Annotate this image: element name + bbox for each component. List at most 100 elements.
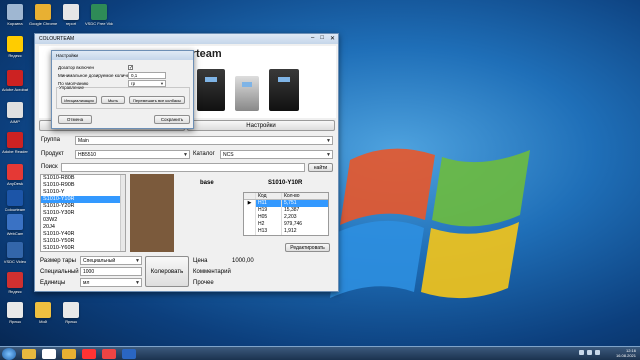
start-button[interactable] (2, 347, 16, 360)
scrollbar[interactable] (120, 175, 125, 251)
desktop-shortcut-label: VSDC Free Video Editor (85, 21, 113, 26)
cell-qty: 15,387 (284, 207, 300, 213)
mix-all-button[interactable]: Перемешать все колбасы (129, 96, 185, 104)
list-item[interactable]: S1010-Y10R (41, 196, 125, 203)
table-row[interactable]: H13 1,912 (244, 228, 328, 235)
yandex-icon[interactable] (82, 348, 96, 359)
dispenser-checkbox[interactable]: ✓ (128, 65, 134, 71)
dialog-title-bar[interactable]: Настройки (52, 51, 193, 60)
init-button[interactable]: Инициализация (61, 96, 97, 104)
list-item[interactable]: 03W2 (41, 217, 125, 224)
chrome-icon[interactable] (62, 348, 76, 359)
group-label: Группа (41, 137, 61, 143)
list-item[interactable]: 20J4 (41, 224, 125, 231)
clock-date: 16.08.2021 (615, 353, 636, 358)
close-icon[interactable]: ✕ (330, 35, 335, 42)
desktop-shortcut[interactable]: AIMP (2, 102, 28, 124)
table-row[interactable]: ▶ H11 5,751 (244, 200, 328, 207)
maximize-icon[interactable]: □ (320, 35, 324, 42)
cell-qty: 5,751 (282, 200, 328, 207)
product-select[interactable]: HB5510 ▼ (75, 150, 190, 159)
save-button[interactable]: Сохранить (154, 115, 190, 124)
base-label: base (200, 180, 214, 186)
search-input[interactable] (61, 163, 305, 172)
shortcut-icon (63, 302, 79, 318)
list-item[interactable]: S1010-Y60R (41, 245, 125, 251)
webcam-icon (7, 214, 23, 230)
desktop-shortcut[interactable]: Яндекс (2, 36, 28, 58)
window-title: COLOURTEAM (39, 36, 75, 42)
table-row[interactable]: H2 979,746 (244, 221, 328, 228)
desktop-shortcut[interactable]: Мой (30, 302, 56, 324)
catalog-select[interactable]: NCS ▼ (220, 150, 333, 159)
tray-icon[interactable] (587, 350, 592, 355)
units-select[interactable]: мл ▼ (80, 278, 142, 287)
cancel-button[interactable]: Отмена (58, 115, 92, 124)
chevron-down-icon: ▼ (326, 152, 331, 158)
explorer-icon[interactable] (22, 348, 36, 359)
desktop-shortcut[interactable]: Adobe Reader (2, 132, 28, 154)
special-input[interactable]: 1000 (80, 267, 142, 276)
desktop-shortcut[interactable]: Google Chrome (29, 4, 57, 26)
desktop-shortcut[interactable]: Корзина (2, 4, 28, 26)
desktop-shortcut[interactable]: Colourteam (2, 190, 28, 212)
desktop-shortcut[interactable]: Ярлык (2, 302, 28, 324)
desktop-shortcut[interactable]: AnyDesk (2, 164, 28, 186)
taskbar: 12:16 16.08.2021 (0, 346, 640, 360)
list-item[interactable]: S1010-R80B (41, 175, 125, 182)
catalog-select-value: NCS (223, 151, 234, 158)
machine-image (269, 69, 299, 111)
tab-settings[interactable]: Настройки (187, 120, 335, 131)
catalog-label: Каталог (193, 151, 215, 157)
app-icon[interactable] (102, 348, 116, 359)
yandex-browser-icon[interactable] (42, 348, 56, 359)
list-item[interactable]: S1010-Y20R (41, 203, 125, 210)
desktop-shortcut-label: AnyDesk (6, 181, 23, 186)
desktop-shortcut[interactable]: Яндекс (2, 272, 28, 294)
default-unit-select[interactable]: гр ▼ (128, 80, 166, 87)
group-select[interactable]: Main ▼ (75, 136, 333, 145)
machine-image (235, 76, 259, 111)
colourteam-icon[interactable] (122, 348, 136, 359)
tare-select[interactable]: Специальный ▼ (80, 256, 142, 265)
list-item[interactable]: S1010-Y (41, 189, 125, 196)
row-header (244, 207, 256, 214)
row-header (244, 228, 256, 235)
check-icon: ✓ (129, 65, 134, 71)
product-select-value: HB5510 (78, 151, 97, 158)
window-title-bar[interactable]: COLOURTEAM (35, 34, 338, 44)
desktop-shortcut[interactable]: Ярлык (58, 302, 84, 324)
desktop-shortcut-label: Яндекс (8, 289, 22, 294)
clock[interactable]: 12:16 16.08.2021 (616, 348, 636, 358)
list-item[interactable]: S1010-Y30R (41, 210, 125, 217)
list-item[interactable]: S1010-R90B (41, 182, 125, 189)
desktop-shortcut[interactable]: VSDC Video (2, 242, 28, 264)
colorize-button[interactable]: Колеровать (145, 256, 189, 287)
product-label: Продукт (41, 151, 64, 157)
table-row[interactable]: H05 2,203 (244, 214, 328, 221)
wash-button[interactable]: Мыть (101, 96, 125, 104)
cell-code: H13 (256, 228, 282, 235)
desktop-shortcut[interactable]: WebCam (2, 214, 28, 236)
tray-icon[interactable] (595, 350, 600, 355)
management-label: Управление (59, 85, 85, 90)
desktop-shortcut[interactable]: report (58, 4, 84, 26)
search-button[interactable]: найти (308, 163, 333, 172)
color-list[interactable]: S1010-R80B S1010-R90B S1010-Y S1010-Y10R S10… (40, 174, 126, 252)
desktop-shortcut[interactable]: VSDC Free Video Editor (85, 4, 113, 26)
min-dose-input[interactable]: 0,1 (128, 72, 166, 79)
formula-grid[interactable]: Код Кол-во ▶ H11 5,751 H19 15,387 H05 2,203 H2 9… (243, 192, 329, 236)
chrome-icon (35, 4, 51, 20)
list-item[interactable]: S1010-Y50R (41, 238, 125, 245)
tare-label: Размер тары (40, 258, 76, 264)
desktop-shortcut[interactable]: Adobe Acrobat (2, 70, 28, 92)
desktop-shortcut-label: Мой (39, 319, 47, 324)
chevron-down-icon: ▼ (326, 138, 331, 144)
taskbar-apps (16, 348, 136, 359)
list-item[interactable]: S1010-Y40R (41, 231, 125, 238)
windows-logo-wallpaper (330, 148, 530, 299)
edit-button[interactable]: Редактировать (285, 243, 330, 252)
table-row[interactable]: H19 15,387 (244, 207, 328, 214)
minimize-icon[interactable]: – (311, 35, 314, 42)
tray-icon[interactable] (579, 350, 584, 355)
